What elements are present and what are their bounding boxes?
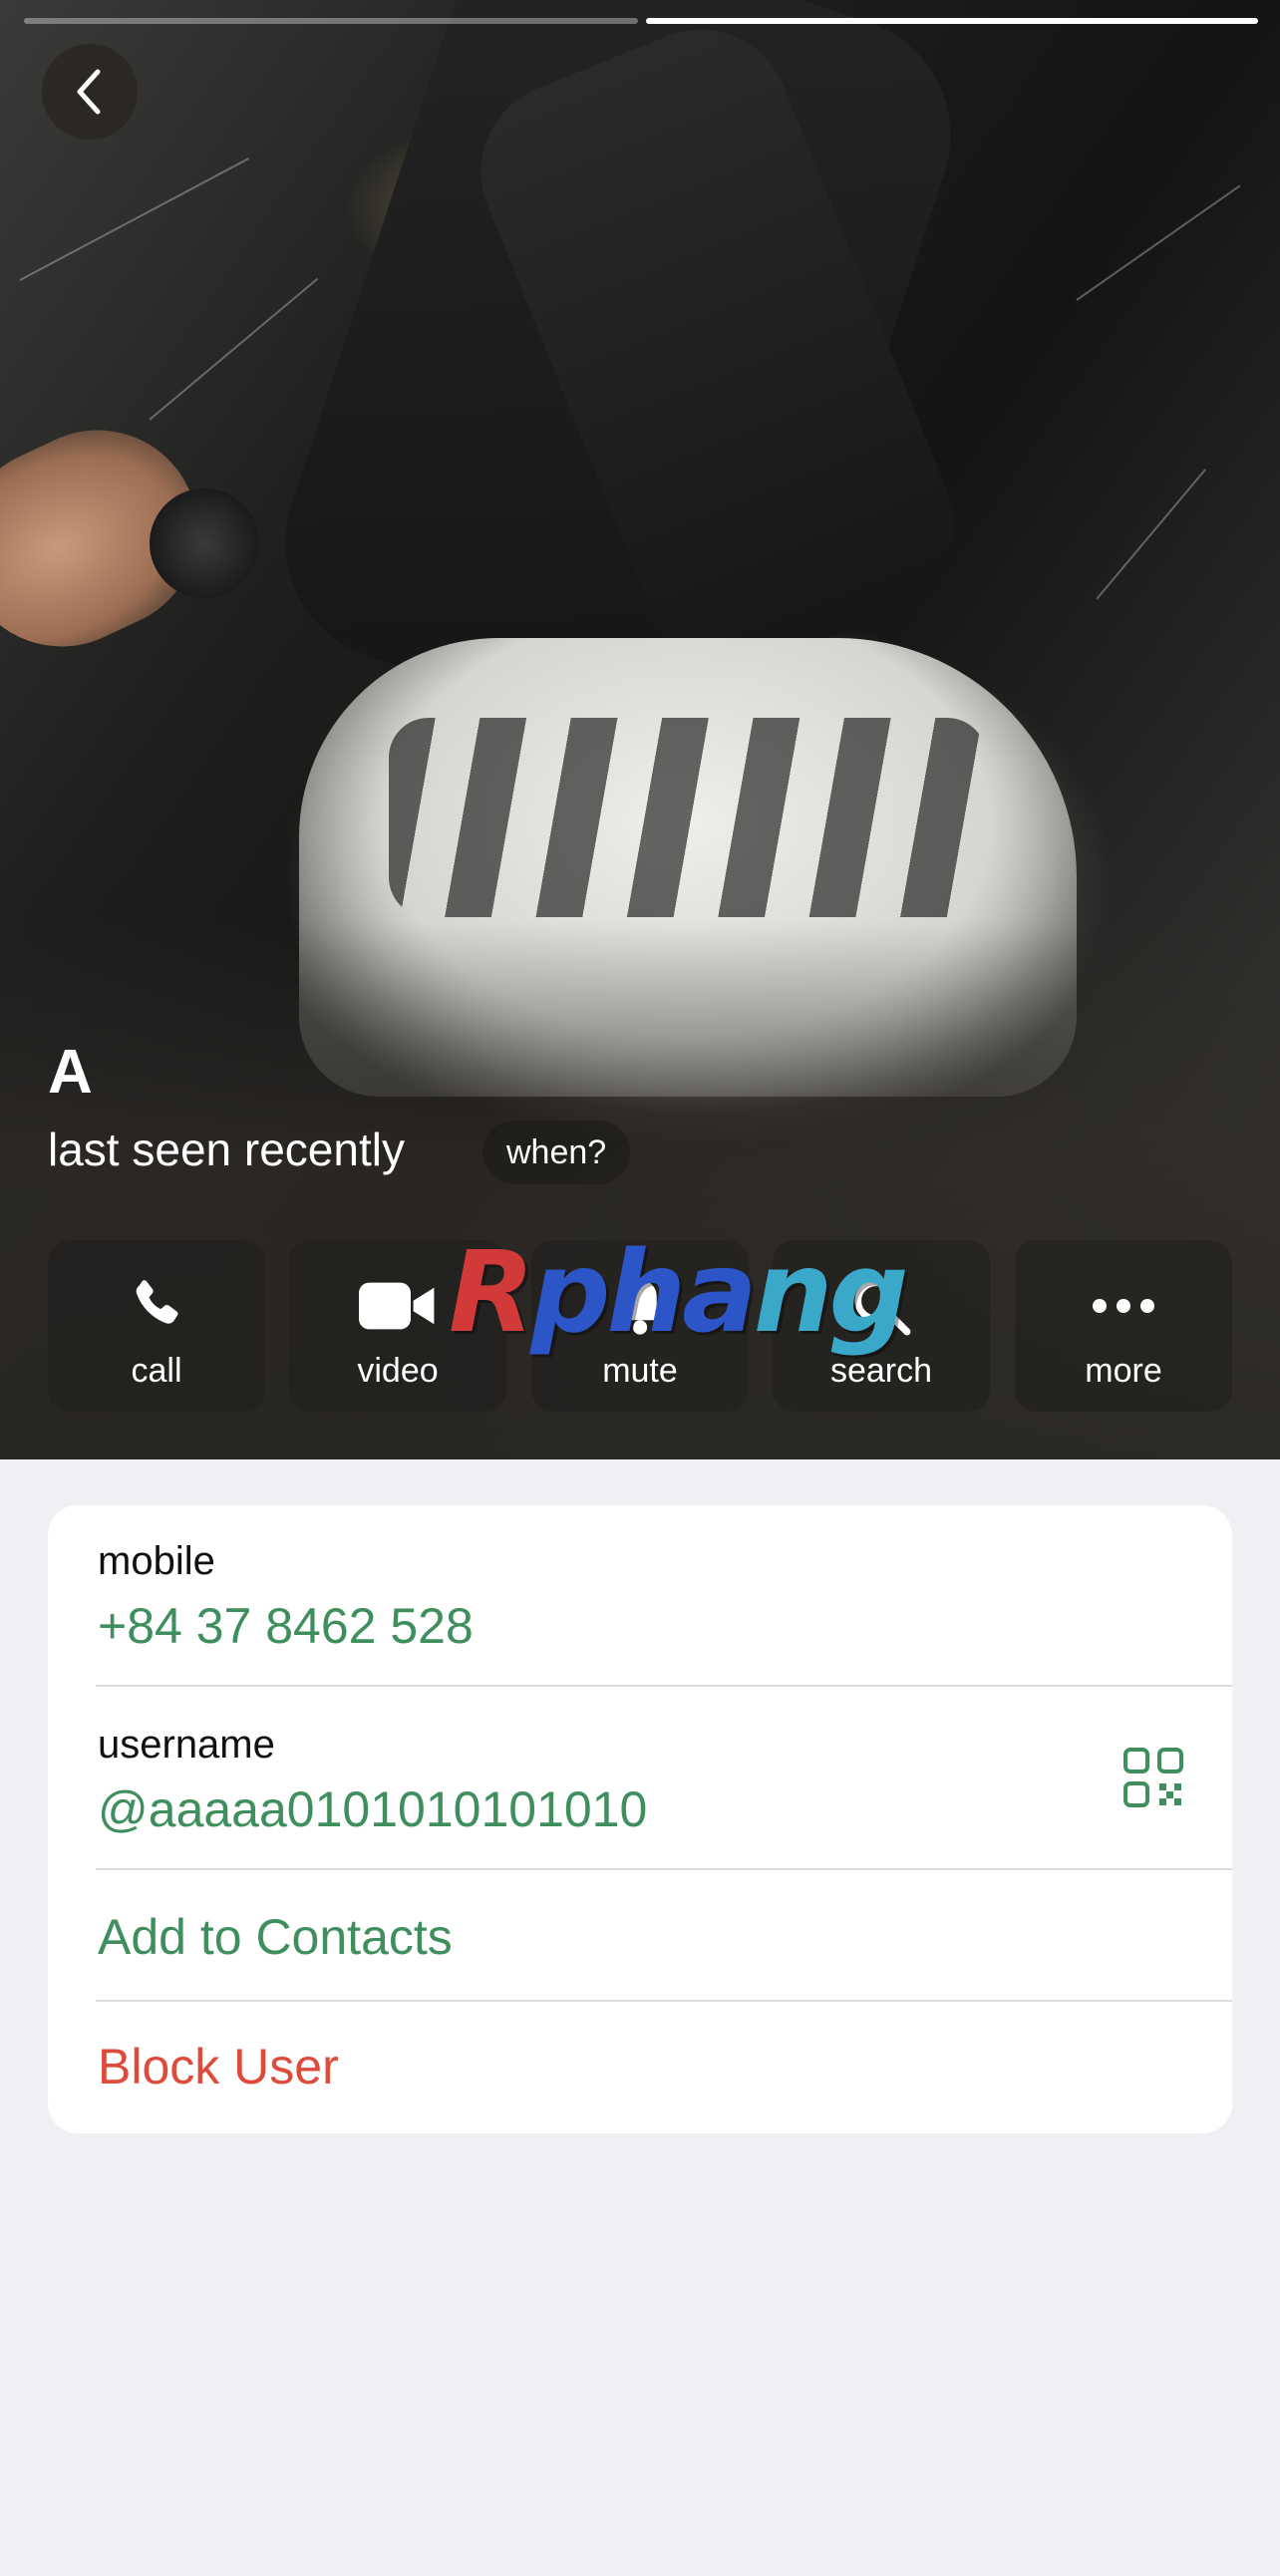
username-value[interactable]: @aaaaa0101010101010 [98,1780,647,1838]
more-button[interactable]: more [1015,1240,1232,1412]
mobile-label: mobile [98,1539,215,1583]
watermark-logo: Rphang [449,1228,909,1358]
block-user-button[interactable]: Block User [98,2038,339,2095]
marble-line [19,158,250,281]
photo-chair-knob [150,488,259,598]
username-label: username [98,1723,275,1767]
chevron-left-icon [77,69,101,115]
mobile-value[interactable]: +84 37 8462 528 [98,1597,474,1655]
photo-shirt-print [389,718,987,917]
mobile-row[interactable]: mobile +84 37 8462 528 [48,1505,1232,1687]
story-progress-segment-2 [646,18,1258,24]
more-label: more [1085,1352,1162,1390]
profile-name: A [48,1038,93,1107]
profile-photo[interactable]: A last seen recently when? call video mu… [0,0,1280,1459]
more-dots-icon [1093,1299,1154,1313]
story-progress-segment-1 [24,18,638,24]
add-to-contacts-row[interactable]: Add to Contacts [48,1870,1232,2002]
last-seen-status: last seen recently [48,1124,405,1175]
marble-line [149,277,319,421]
when-button[interactable]: when? [482,1121,631,1184]
call-label: call [131,1352,182,1390]
qr-code-icon[interactable] [1122,1747,1184,1808]
marble-line [1096,469,1207,600]
video-label: video [357,1352,439,1390]
photo-dark-leg [254,0,982,780]
info-card: mobile +84 37 8462 528 username @aaaaa01… [48,1505,1232,2133]
block-user-row[interactable]: Block User [48,2002,1232,2133]
photo-dark-leg-2 [454,2,982,696]
add-to-contacts-button[interactable]: Add to Contacts [98,1908,453,1966]
phone-icon [136,1280,178,1324]
video-camera-icon [359,1282,435,1330]
marble-line [1076,184,1241,301]
call-button[interactable]: call [48,1240,265,1412]
back-button[interactable] [42,44,138,140]
photo-hand [0,397,231,680]
username-row[interactable]: username @aaaaa0101010101010 [48,1687,1232,1870]
